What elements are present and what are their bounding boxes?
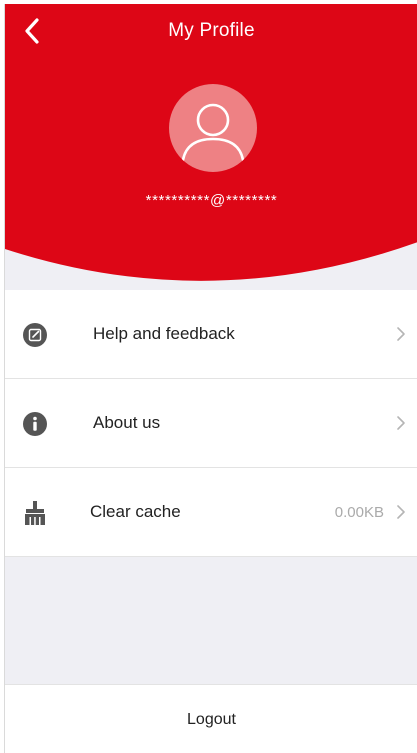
- page-title: My Profile: [168, 20, 255, 41]
- info-icon: [23, 412, 47, 436]
- avatar[interactable]: [169, 84, 257, 172]
- broom-icon: [25, 501, 45, 525]
- user-avatar-icon: [181, 103, 245, 162]
- about-us-row[interactable]: About us: [5, 379, 417, 468]
- profile-header: My Profile **********@********: [5, 4, 417, 294]
- chevron-right-icon: [397, 416, 405, 430]
- menu-list: Help and feedback About us Clear cache 0…: [5, 290, 417, 557]
- cache-size-value: 0.00KB: [334, 504, 384, 521]
- chevron-right-icon: [397, 505, 405, 519]
- logout-label: Logout: [187, 711, 236, 728]
- menu-item-label: Help and feedback: [93, 324, 235, 343]
- logout-button[interactable]: Logout: [5, 684, 417, 753]
- account-email: **********@********: [145, 192, 278, 209]
- app-screen: My Profile **********@******** Help and …: [4, 4, 417, 753]
- menu-item-label: About us: [93, 413, 161, 432]
- chevron-right-icon: [397, 327, 405, 341]
- help-feedback-row[interactable]: Help and feedback: [5, 290, 417, 379]
- clear-cache-row[interactable]: Clear cache 0.00KB: [5, 468, 417, 557]
- menu-item-label: Clear cache: [90, 502, 181, 521]
- edit-icon: [23, 323, 47, 347]
